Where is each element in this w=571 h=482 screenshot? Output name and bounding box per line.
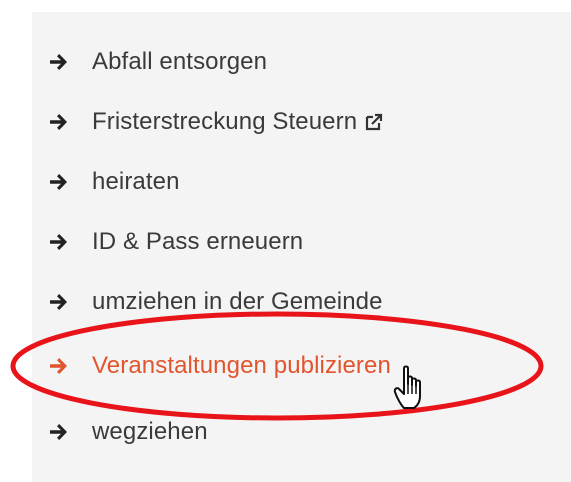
link-label: Veranstaltungen publizieren [92,352,391,379]
arrow-right-icon [48,111,70,133]
link-label: heiraten [92,168,180,195]
link-heiraten[interactable]: heiraten [32,164,180,200]
link-label: Fristerstreckung Steuern [92,108,358,135]
link-label: umziehen in der Gemeinde [92,288,383,315]
external-link-icon [364,112,384,132]
link-veranstaltungen-publizieren[interactable]: Veranstaltungen publizieren [32,348,391,384]
arrow-right-icon [48,291,70,313]
link-label: wegziehen [92,418,208,445]
link-umziehen-in-der-gemeinde[interactable]: umziehen in der Gemeinde [32,284,383,320]
screenshot-canvas: Abfall entsorgen Fristerstreckung Steuer… [0,0,571,482]
arrow-right-icon [48,171,70,193]
quick-links-panel: Abfall entsorgen Fristerstreckung Steuer… [32,12,571,482]
arrow-right-icon [48,51,70,73]
arrow-right-icon [48,355,70,377]
arrow-right-icon [48,421,70,443]
link-abfall-entsorgen[interactable]: Abfall entsorgen [32,44,267,80]
link-label: ID & Pass erneuern [92,228,304,255]
link-wegziehen[interactable]: wegziehen [32,414,208,450]
link-id-pass-erneuern[interactable]: ID & Pass erneuern [32,224,303,260]
arrow-right-icon [48,231,70,253]
link-label: Abfall entsorgen [92,48,268,75]
link-fristerstreckung-steuern[interactable]: Fristerstreckung Steuern [32,104,384,140]
